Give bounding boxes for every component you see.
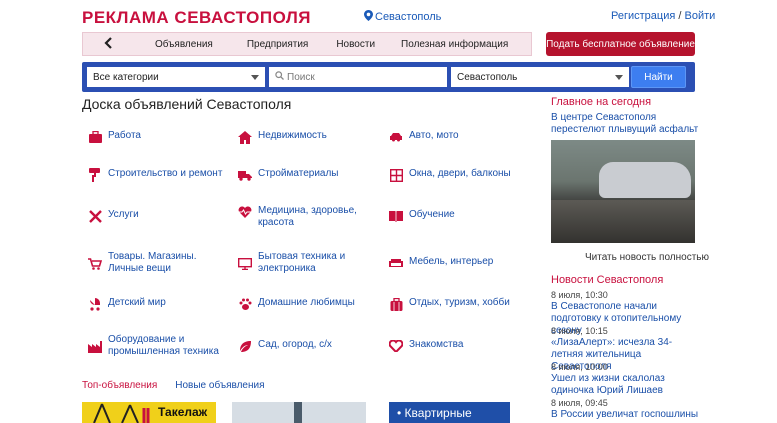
category-link[interactable]: Медицина, здоровье, красота xyxy=(238,205,378,229)
city-select[interactable]: Севастополь xyxy=(451,67,629,87)
equipment-image xyxy=(93,403,150,423)
book-icon xyxy=(389,209,403,223)
auth-separator: / xyxy=(678,10,682,22)
chevron-left-icon xyxy=(104,36,112,52)
today-heading: Главное на сегодня xyxy=(551,96,652,108)
nav-item-news[interactable]: Новости xyxy=(322,39,389,50)
back-button[interactable] xyxy=(83,33,133,55)
nav-item-ads[interactable]: Объявления xyxy=(133,39,227,50)
category-link[interactable]: Бытовая техника и электроника xyxy=(238,251,378,275)
category-link[interactable]: Обучение xyxy=(389,209,455,223)
category-link[interactable]: Отдых, туризм, хобби xyxy=(389,297,510,311)
category-link[interactable]: Знакомства xyxy=(389,339,463,353)
briefcase-icon xyxy=(88,130,102,144)
promo-card[interactable]: Такелаж xyxy=(82,402,216,423)
promo-title: • Квартирные xyxy=(397,406,472,420)
car-shape xyxy=(599,162,691,198)
search-button[interactable]: Найти xyxy=(631,66,686,88)
window-icon xyxy=(389,168,403,182)
category-value: Все категории xyxy=(93,71,159,83)
heart-icon xyxy=(389,339,403,353)
category-link[interactable]: Мебель, интерьер xyxy=(389,256,493,270)
road-shape xyxy=(551,200,695,243)
heartbeat-icon xyxy=(238,205,252,219)
news-date: 8 июля, 09:45 xyxy=(551,398,608,408)
category-link[interactable]: Услуги xyxy=(88,209,139,223)
city-value: Севастополь xyxy=(457,71,518,83)
page-title: Доска объявлений Севастополя xyxy=(82,96,292,112)
nav-item-companies[interactable]: Предприятия xyxy=(227,39,322,50)
category-link[interactable]: Оборудование и промышленная техника xyxy=(88,334,228,358)
paint-roller-icon xyxy=(88,168,102,182)
register-link[interactable]: Регистрация xyxy=(611,10,675,22)
news-date: 8 июля, 10:00 xyxy=(551,362,608,372)
news-date: 8 июля, 10:15 xyxy=(551,326,608,336)
city-name: Севастополь xyxy=(375,11,442,23)
category-link[interactable]: Детский мир xyxy=(88,297,166,311)
category-select[interactable]: Все категории xyxy=(87,67,265,87)
promo-card[interactable] xyxy=(232,402,366,423)
promo-card[interactable]: • Квартирные xyxy=(389,402,510,423)
category-link[interactable]: Строительство и ремонт xyxy=(88,168,222,182)
tools-icon xyxy=(88,209,102,223)
stroller-icon xyxy=(88,297,102,311)
category-link[interactable]: Работа xyxy=(88,130,141,144)
listing-tabs: Топ-объявления Новые объявления xyxy=(82,380,265,391)
search-icon xyxy=(275,71,284,83)
auth-links: Регистрация / Войти xyxy=(611,10,715,22)
news-date: 8 июля, 10:30 xyxy=(551,290,608,300)
search-placeholder: Поиск xyxy=(287,71,315,83)
promo-title: Такелаж xyxy=(158,405,208,419)
chevron-down-icon xyxy=(615,74,623,80)
sofa-icon xyxy=(389,256,403,270)
tab-top-ads[interactable]: Топ-объявления xyxy=(82,380,157,391)
search-bar: Все категории Поиск Севастополь Найти xyxy=(82,62,695,92)
category-link[interactable]: Стройматериалы xyxy=(238,168,339,182)
news-link[interactable]: Ушел из жизни скалолаз одиночка Юрий Лиш… xyxy=(551,373,701,397)
map-pin-icon xyxy=(364,10,373,24)
login-link[interactable]: Войти xyxy=(685,10,716,22)
house-icon xyxy=(238,130,252,144)
category-link[interactable]: Товары. Магазины. Личные вещи xyxy=(88,251,228,275)
industry-icon xyxy=(88,340,102,354)
leaf-icon xyxy=(238,339,252,353)
nav-item-info[interactable]: Полезная информация xyxy=(389,39,522,50)
news-link[interactable]: В России увеличат госпошлины для xyxy=(551,409,701,423)
search-input[interactable]: Поиск xyxy=(269,67,447,87)
category-link[interactable]: Авто, мото xyxy=(389,130,459,144)
category-link[interactable]: Сад, огород, с/х xyxy=(238,339,332,353)
site-logo[interactable]: РЕКЛАМА СЕВАСТОПОЛЯ xyxy=(82,8,311,28)
city-selector[interactable]: Севастополь xyxy=(364,10,441,24)
truck-icon xyxy=(238,168,252,182)
news-image[interactable] xyxy=(551,140,695,243)
monitor-icon xyxy=(238,257,252,271)
promo-image xyxy=(294,402,302,423)
read-more-link[interactable]: Читать новость полностью xyxy=(585,252,709,263)
paw-icon xyxy=(238,297,252,311)
car-icon xyxy=(389,130,403,144)
chevron-down-icon xyxy=(251,74,259,80)
main-nav: Объявления Предприятия Новости Полезная … xyxy=(82,32,532,56)
category-link[interactable]: Домашние любимцы xyxy=(238,297,355,311)
today-news-link[interactable]: В центре Севастополя перестелют плывущий… xyxy=(551,112,701,136)
post-ad-button[interactable]: Подать бесплатное объявление xyxy=(546,32,695,56)
category-link[interactable]: Недвижимость xyxy=(238,130,327,144)
tab-new-ads[interactable]: Новые объявления xyxy=(175,380,264,391)
category-link[interactable]: Окна, двери, балконы xyxy=(389,168,511,182)
news-heading: Новости Севастополя xyxy=(551,274,664,286)
cart-icon xyxy=(88,257,102,271)
suitcase-icon xyxy=(389,297,403,311)
